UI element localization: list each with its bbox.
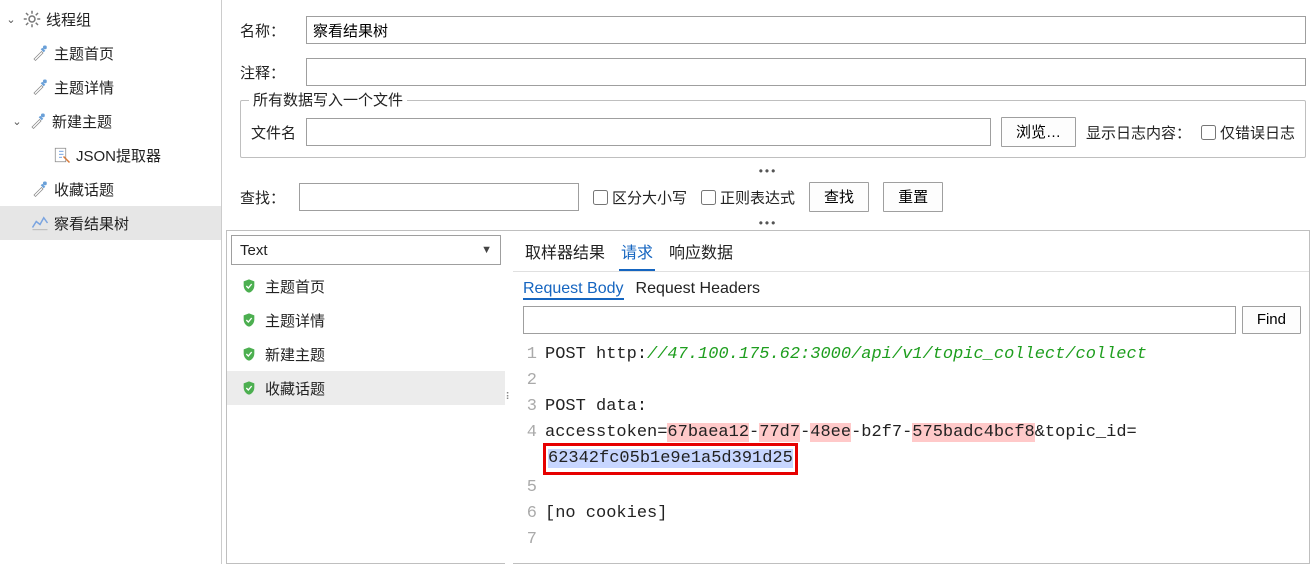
http-method: POST (545, 345, 586, 364)
browse-button[interactable]: 浏览… (1001, 117, 1076, 147)
test-plan-tree[interactable]: ⌄ 线程组 主题首页 主题详情 ⌄ 新建主题 JSON提取器 收藏话题 (0, 0, 222, 564)
renderer-selected-value: Text (240, 242, 268, 259)
tree-label: 主题详情 (54, 77, 114, 98)
tree-node-json-extractor[interactable]: JSON提取器 (0, 138, 221, 172)
result-item[interactable]: 主题详情 (227, 303, 505, 337)
search-button[interactable]: 查找 (809, 182, 869, 212)
name-input[interactable] (306, 16, 1306, 44)
reset-button[interactable]: 重置 (883, 182, 943, 212)
success-icon (241, 380, 257, 396)
results-tree-icon (30, 213, 50, 233)
result-item-label: 收藏话题 (265, 378, 325, 399)
chevron-down-icon: ▼ (481, 244, 492, 256)
case-sensitive-checkbox[interactable] (593, 190, 608, 205)
tab-sampler-result[interactable]: 取样器结果 (523, 237, 607, 271)
file-output-group: 所有数据写入一个文件 文件名 浏览… 显示日志内容： 仅错误日志 (240, 100, 1306, 158)
expand-toggle-icon[interactable]: ⌄ (10, 115, 24, 128)
tree-label: 主题首页 (54, 43, 114, 64)
splitter-handle-icon[interactable]: ••• (222, 220, 1314, 230)
only-errors-checkbox[interactable] (1201, 125, 1216, 140)
request-body-viewer[interactable]: 1POST http://47.100.175.62:3000/api/v1/t… (513, 340, 1309, 563)
no-cookies-text: [no cookies] (545, 504, 667, 523)
name-label: 名称： (240, 20, 306, 41)
case-sensitive-label: 区分大小写 (612, 187, 687, 208)
dropper-icon (28, 111, 48, 131)
extractor-icon (52, 145, 72, 165)
results-split-pane: Text ▼ 主题首页 主题详情 新建主题 收藏话题 取 (226, 230, 1310, 564)
token-seg-1: 67baea12 (667, 423, 749, 442)
dropper-icon (30, 77, 50, 97)
accesstoken-key: accesstoken= (545, 423, 667, 442)
token-seg-2: 77d7 (759, 423, 800, 442)
fieldset-legend: 所有数据写入一个文件 (249, 89, 407, 110)
tab-response[interactable]: 响应数据 (667, 237, 735, 271)
token-seg-5: 575badc4bcf8 (912, 423, 1034, 442)
token-seg-3: 48ee (810, 423, 851, 442)
result-item[interactable]: 主题首页 (227, 269, 505, 303)
comment-label: 注释： (240, 62, 306, 83)
filename-input[interactable] (306, 118, 991, 146)
tab-request-headers[interactable]: Request Headers (636, 280, 761, 300)
filename-label: 文件名 (251, 122, 296, 143)
tree-label: 收藏话题 (54, 179, 114, 200)
vertical-splitter[interactable] (505, 231, 513, 564)
tab-request[interactable]: 请求 (619, 237, 655, 271)
detail-find-button[interactable]: Find (1242, 306, 1301, 334)
dropper-icon (30, 179, 50, 199)
gear-icon (22, 9, 42, 29)
detail-main-tabs: 取样器结果 请求 响应数据 (513, 231, 1309, 271)
only-errors-label: 仅错误日志 (1220, 122, 1295, 143)
dropper-icon (30, 43, 50, 63)
regex-checkbox[interactable] (701, 190, 716, 205)
result-item[interactable]: 新建主题 (227, 337, 505, 371)
topic-id-value: 62342fc05b1e9e1a5d391d25 (548, 449, 793, 468)
tree-node-sampler-create[interactable]: ⌄ 新建主题 (0, 104, 221, 138)
result-item[interactable]: 收藏话题 (227, 371, 505, 405)
expand-toggle-icon[interactable]: ⌄ (4, 13, 18, 26)
result-item-label: 主题详情 (265, 310, 325, 331)
tree-node-sampler-detail[interactable]: 主题详情 (0, 70, 221, 104)
highlight-box: 62342fc05b1e9e1a5d391d25 (543, 443, 798, 475)
search-label: 查找： (240, 187, 285, 208)
search-input[interactable] (299, 183, 579, 211)
main-panel: 察看结果树 名称： 注释： 所有数据写入一个文件 文件名 浏览… 显示日志内容：… (222, 0, 1314, 564)
tree-label: 线程组 (46, 9, 91, 30)
token-seg-4: b2f7 (861, 423, 902, 442)
success-icon (241, 346, 257, 362)
detail-sub-tabs: Request Body Request Headers (513, 271, 1309, 300)
result-item-label: 主题首页 (265, 276, 325, 297)
url-path: //47.100.175.62:3000/api/v1/topic_collec… (647, 345, 1147, 364)
results-list-panel: Text ▼ 主题首页 主题详情 新建主题 收藏话题 (226, 231, 505, 564)
tree-node-thread-group[interactable]: ⌄ 线程组 (0, 2, 221, 36)
tree-label: 察看结果树 (54, 213, 129, 234)
tree-node-sampler-home[interactable]: 主题首页 (0, 36, 221, 70)
detail-panel: 取样器结果 请求 响应数据 Request Body Request Heade… (513, 231, 1310, 564)
url-scheme: http: (596, 345, 647, 364)
post-data-label: POST data: (545, 397, 647, 416)
renderer-dropdown[interactable]: Text ▼ (231, 235, 501, 265)
tree-node-results-tree[interactable]: 察看结果树 (0, 206, 221, 240)
splitter-handle-icon[interactable]: ••• (222, 168, 1314, 178)
tree-label: 新建主题 (52, 111, 112, 132)
tree-label: JSON提取器 (76, 145, 161, 166)
tab-request-body[interactable]: Request Body (523, 280, 624, 300)
log-display-label: 显示日志内容： (1086, 122, 1191, 143)
comment-input[interactable] (306, 58, 1306, 86)
topic-id-key: &topic_id= (1035, 423, 1137, 442)
regex-label: 正则表达式 (720, 187, 795, 208)
success-icon (241, 312, 257, 328)
detail-find-input[interactable] (523, 306, 1236, 334)
tree-node-sampler-collect[interactable]: 收藏话题 (0, 172, 221, 206)
result-item-label: 新建主题 (265, 344, 325, 365)
success-icon (241, 278, 257, 294)
